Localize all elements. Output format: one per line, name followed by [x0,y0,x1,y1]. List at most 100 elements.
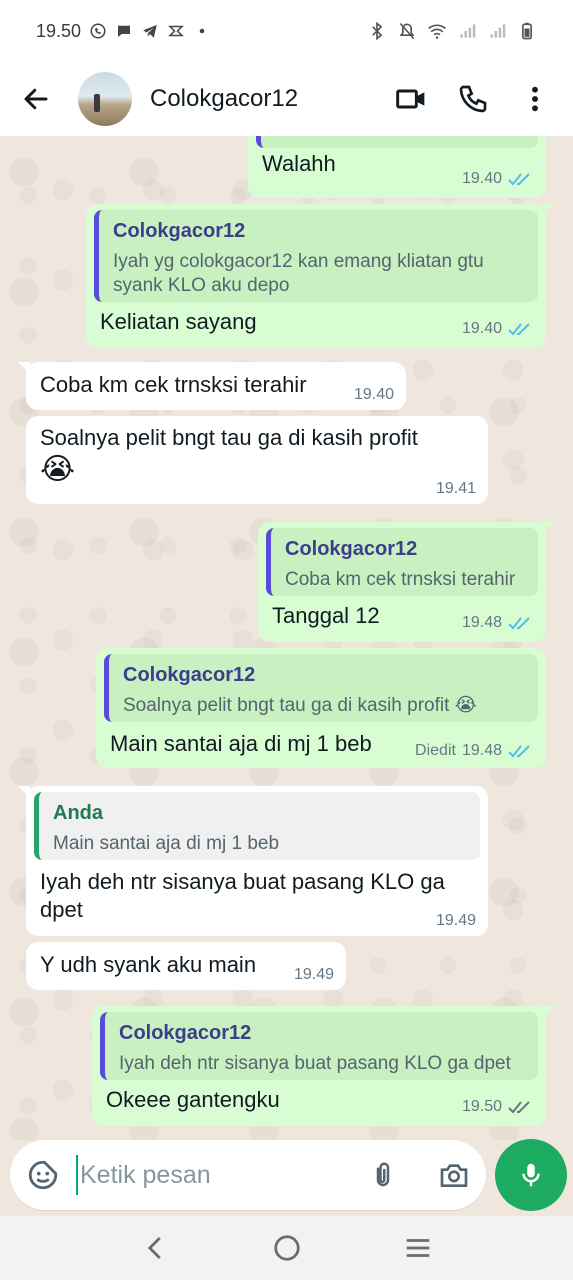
chat-header: Colokgacor12 [0,62,573,136]
message-incoming[interactable]: Y udh syank aku main 19.49 [26,942,346,990]
video-camera-icon[interactable] [395,83,427,115]
nav-back-icon[interactable] [141,1233,171,1263]
message-incoming[interactable]: Soalnya pelit bngt tau ga di kasih profi… [26,416,488,504]
quote-text: Iyah yg colokgacor12 kan emang kliatan g… [113,251,484,296]
signal-icon-2 [490,24,506,38]
double-check-read-icon [508,617,530,630]
signal-icon-1 [460,24,476,38]
message-text: Iyah deh ntr sisanya buat pasang KLO ga … [40,869,445,922]
back-button[interactable] [18,81,54,117]
bubble-tail [18,362,30,374]
whatsapp-notification-icon [90,23,106,39]
message-time: 19.48 [461,742,502,759]
battery-icon [522,22,532,40]
phone-icon[interactable] [457,83,489,115]
capcut-notification-icon [168,25,184,37]
arrow-left-icon [24,88,48,110]
message-meta: 19.40 [354,386,394,404]
sticker-icon[interactable] [26,1158,60,1192]
message-meta: Diedit 19.48 [415,742,534,760]
message-time: 19.40 [461,320,502,337]
quote-author: Colokgacor12 [119,1022,252,1044]
message-meta: 19.40 [462,170,534,188]
message-time: 19.40 [461,170,502,187]
message-meta: 19.49 [294,966,334,984]
bluetooth-icon [372,21,383,41]
quote-text: Iyah deh ntr sisanya buat pasang KLO ga … [119,1053,511,1074]
message-text: Soalnya pelit bngt tau ga di kasih profi… [40,424,470,488]
nav-home-icon[interactable] [272,1233,302,1263]
bubble-tail [542,522,554,534]
message-meta: 19.41 [436,480,476,498]
quoted-message[interactable]: Colokgacor12 Soalnya pelit bngt tau ga d… [104,654,538,722]
status-bar: 19.50 [0,0,573,62]
more-notifications-dot-icon [199,28,205,34]
telegram-notification-icon [143,25,157,38]
quote-author: Colokgacor12 [285,538,418,560]
message-time: 19.41 [435,480,476,497]
message-time: 19.50 [461,1098,502,1115]
message-outgoing[interactable]: Walahh 19.40 [248,136,546,198]
message-text: Coba km cek trnsksi terahir [40,372,307,397]
quote-author: Colokgacor12 [123,664,256,686]
chat-notification-icon [118,25,131,37]
message-text: Walahh [262,151,336,176]
wifi-icon [428,24,446,39]
microphone-button[interactable] [495,1139,567,1211]
quote-author: Colokgacor12 [113,220,246,242]
double-check-read-icon [508,745,530,758]
message-meta: 19.49 [436,912,476,930]
message-outgoing[interactable]: Colokgacor12 Iyah yg colokgacor12 kan em… [86,204,554,348]
quoted-message[interactable]: Colokgacor12 Iyah yg colokgacor12 kan em… [94,210,538,302]
mute-icon [399,22,415,40]
message-text: Okeee gantengku [106,1087,280,1112]
avatar[interactable] [78,72,132,126]
quoted-message[interactable]: Colokgacor12 Coba km cek trnsksi terahir [266,528,538,596]
status-right [367,21,537,41]
message-meta: 19.50 [462,1098,534,1116]
quote-text: Soalnya pelit bngt tau ga di kasih profi… [123,695,477,716]
message-time: 19.40 [353,386,394,403]
nav-recents-icon[interactable] [403,1233,433,1263]
message-time: 19.48 [461,614,502,631]
bubble-tail [542,1006,554,1018]
message-input[interactable] [76,1155,326,1195]
bubble-tail [542,204,554,216]
message-incoming[interactable]: Anda Main santai aja di mj 1 beb Iyah de… [18,786,488,936]
more-vertical-icon[interactable] [519,83,551,115]
message-meta: 19.48 [462,614,534,632]
microphone-icon [522,1163,540,1187]
contact-name[interactable]: Colokgacor12 [150,85,298,113]
chat-area[interactable]: Walahh 19.40 Colokgacor12 Iyah yg colokg… [0,136,573,1140]
message-text: Y udh syank aku main [40,952,257,977]
message-text: Keliatan sayang [100,309,257,334]
quoted-message[interactable]: Anda Main santai aja di mj 1 beb [34,792,480,860]
message-outgoing[interactable]: Colokgacor12 Iyah deh ntr sisanya buat p… [92,1006,554,1126]
edited-label: Diedit [415,742,456,759]
double-check-delivered-icon [508,1101,530,1114]
paperclip-icon[interactable] [368,1160,398,1190]
double-check-read-icon [508,323,530,336]
quote-text: Main santai aja di mj 1 beb [53,833,280,854]
message-time: 19.49 [293,966,334,983]
message-text: Tanggal 12 [272,603,380,628]
quoted-message[interactable]: Colokgacor12 Iyah deh ntr sisanya buat p… [100,1012,538,1080]
bubble-tail [18,786,30,798]
double-check-read-icon [508,173,530,186]
status-left: 19.50 [36,21,211,42]
quote-clipped [256,136,538,148]
message-text-content: Soalnya pelit bngt tau ga di kasih profi… [40,425,418,450]
message-text: Main santai aja di mj 1 beb [110,731,372,756]
message-outgoing[interactable]: Colokgacor12 Coba km cek trnsksi terahir… [258,522,554,642]
message-time: 19.49 [435,912,476,929]
quote-author: Anda [53,802,103,824]
message-composer [10,1140,486,1210]
message-incoming[interactable]: Coba km cek trnsksi terahir 19.40 [18,362,406,410]
camera-icon[interactable] [438,1159,470,1191]
quote-text: Coba km cek trnsksi terahir [285,569,516,590]
crying-emoji: 😭 [40,453,76,486]
clock: 19.50 [36,20,82,41]
message-outgoing[interactable]: Colokgacor12 Soalnya pelit bngt tau ga d… [96,648,546,768]
system-navigation-bar [0,1216,573,1280]
message-meta: 19.40 [462,320,534,338]
